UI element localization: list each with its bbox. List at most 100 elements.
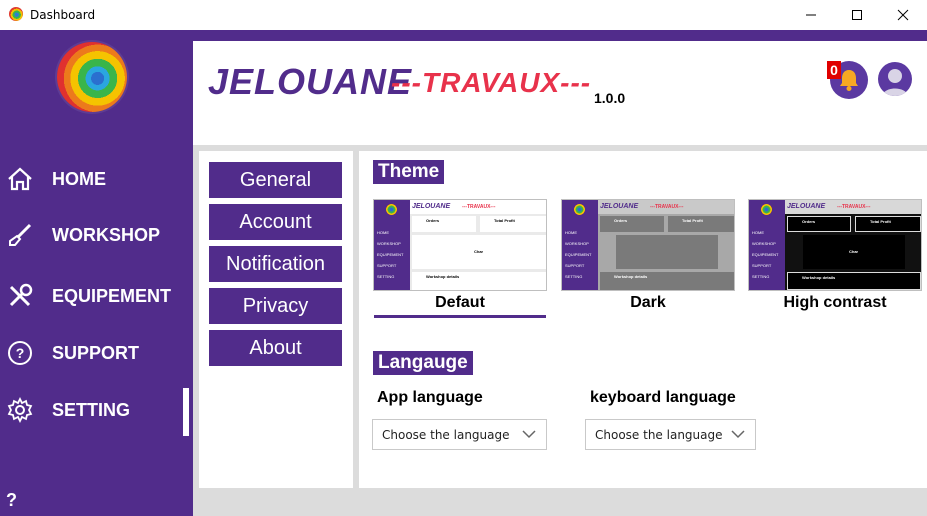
minimize-button[interactable] [788, 0, 834, 30]
app-language-value: Choose the language [382, 427, 510, 442]
brand-name: JELOUANE [208, 61, 413, 102]
app-logo [57, 42, 127, 112]
preview-body: Orders Total Profit Char Workshop detail… [410, 214, 546, 290]
theme-label-high-contrast[interactable]: High contrast [748, 294, 922, 312]
preview-nav-item: HOME [752, 230, 764, 235]
sidebar-item-label: SETTING [52, 399, 131, 420]
brush-icon [9, 223, 32, 246]
preview-orders-box: Orders [600, 216, 664, 232]
preview-profit-label: Total Profit [682, 218, 703, 223]
menu-notification-button[interactable]: Notification [209, 246, 342, 282]
close-button[interactable] [880, 0, 926, 30]
menu-general-button[interactable]: General [209, 162, 342, 198]
preview-details-label: Workshop details [426, 274, 460, 279]
sidebar-item-label: WORKSHOP [52, 224, 160, 245]
preview-profit-label: Total Profit [494, 218, 515, 223]
preview-nav-item: SUPPORT [377, 263, 397, 268]
preview-nav-item: HOME [377, 230, 389, 235]
preview-nav-item: EQUIPEMENT [565, 252, 592, 257]
gear-icon [7, 396, 33, 424]
notification-badge: 0 [827, 61, 841, 79]
settings-panel: Theme HOME WORKSHOP EQUIPEMENT SUPPORT S… [359, 151, 927, 488]
preview-header: JELOUANE ---TRAVAUX--- [598, 200, 734, 214]
sidebar-item-label: SUPPORT [52, 342, 140, 363]
preview-brand: JELOUANE [412, 203, 451, 210]
sidebar-item-workshop[interactable]: WORKSHOP [0, 213, 193, 257]
preview-nav-item: SETTING [377, 274, 395, 279]
preview-logo [386, 204, 397, 215]
preview-orders-label: Orders [614, 218, 628, 223]
preview-header: JELOUANE ---TRAVAUX--- [785, 200, 921, 214]
app-language-select[interactable]: Choose the language [372, 419, 547, 450]
preview-profit-box: Total Profit [668, 216, 734, 232]
theme-label-dark[interactable]: Dark [561, 294, 735, 312]
preview-orders-label: Orders [426, 218, 440, 223]
preview-nav-item: WORKSHOP [565, 241, 589, 246]
preview-sidebar: HOME WORKSHOP EQUIPEMENT SUPPORT SETTING [749, 200, 785, 290]
preview-details-box: Workshop details [412, 272, 546, 290]
svg-text:?: ? [16, 345, 25, 361]
user-avatar[interactable] [878, 62, 912, 96]
help-button[interactable]: ? [6, 490, 17, 511]
preview-profit-box: Total Profit [855, 216, 921, 232]
maximize-icon [852, 10, 862, 20]
preview-sidebar: HOME WORKSHOP EQUIPEMENT SUPPORT SETTING [562, 200, 598, 290]
preview-chart-label: Char [849, 249, 859, 254]
maximize-button[interactable] [834, 0, 880, 30]
language-section-title: Langauge [373, 351, 473, 375]
preview-nav-item: SETTING [752, 274, 770, 279]
preview-sidebar: HOME WORKSHOP EQUIPEMENT SUPPORT SETTING [374, 200, 410, 290]
preview-chart-box [616, 235, 718, 269]
preview-body: Orders Total Profit Char Workshop detail… [785, 214, 921, 290]
preview-subtitle: ---TRAVAUX--- [650, 204, 684, 210]
keyboard-language-label: keyboard language [590, 389, 736, 406]
sidebar-item-equipement[interactable]: EQUIPEMENT [0, 274, 193, 318]
app-language-label: App language [377, 389, 483, 406]
preview-nav-item: SETTING [565, 274, 583, 279]
theme-card-dark[interactable]: HOME WORKSHOP EQUIPEMENT SUPPORT SETTING… [561, 199, 735, 291]
user-icon [882, 69, 908, 96]
menu-about-button[interactable]: About [209, 330, 342, 366]
preview-details-label: Workshop details [614, 274, 648, 279]
preview-nav-item: SUPPORT [565, 263, 585, 268]
app-icon [9, 7, 23, 21]
preview-profit-label: Total Profit [870, 219, 891, 224]
preview-logo [761, 204, 772, 215]
home-icon [8, 167, 32, 191]
theme-label-default[interactable]: Defaut [373, 294, 547, 312]
sidebar-item-label: EQUIPEMENT [52, 285, 172, 306]
sidebar-item-home[interactable]: HOME [0, 157, 193, 201]
menu-privacy-button[interactable]: Privacy [209, 288, 342, 324]
chevron-down-icon [522, 430, 536, 439]
preview-chart-box: Char [412, 235, 546, 269]
chevron-down-icon [731, 430, 745, 439]
header: JELOUANE ---TRAVAUX--- 1.0.0 0 [193, 41, 927, 145]
active-indicator [183, 388, 189, 436]
minimize-icon [806, 14, 816, 16]
theme-card-high-contrast[interactable]: HOME WORKSHOP EQUIPEMENT SUPPORT SETTING… [748, 199, 922, 291]
preview-subtitle: ---TRAVAUX--- [462, 204, 496, 210]
top-band [193, 30, 927, 41]
preview-details-box: Workshop details [787, 272, 921, 290]
sidebar-item-label: HOME [52, 168, 106, 189]
preview-orders-box: Orders [787, 216, 851, 232]
menu-account-button[interactable]: Account [209, 204, 342, 240]
preview-orders-label: Orders [802, 219, 816, 224]
sidebar-item-support[interactable]: ? SUPPORT [0, 331, 193, 375]
preview-brand: JELOUANE [600, 203, 639, 210]
close-icon [897, 9, 909, 21]
window-title: Dashboard [30, 8, 96, 22]
preview-nav-item: WORKSHOP [377, 241, 401, 246]
preview-subtitle: ---TRAVAUX--- [837, 204, 871, 210]
preview-brand: JELOUANE [787, 203, 826, 210]
preview-header: JELOUANE ---TRAVAUX--- [410, 200, 546, 214]
theme-card-default[interactable]: HOME WORKSHOP EQUIPEMENT SUPPORT SETTING… [373, 199, 547, 291]
help-circle-icon: ? [8, 341, 32, 365]
preview-details-box: Workshop details [600, 272, 734, 290]
sidebar-item-setting[interactable]: SETTING [0, 388, 193, 432]
preview-nav-item: WORKSHOP [752, 241, 776, 246]
keyboard-language-select[interactable]: Choose the language [585, 419, 756, 450]
settings-menu: General Account Notification Privacy Abo… [199, 151, 353, 488]
preview-chart-box: Char [803, 235, 905, 269]
theme-selected-indicator [374, 315, 546, 318]
